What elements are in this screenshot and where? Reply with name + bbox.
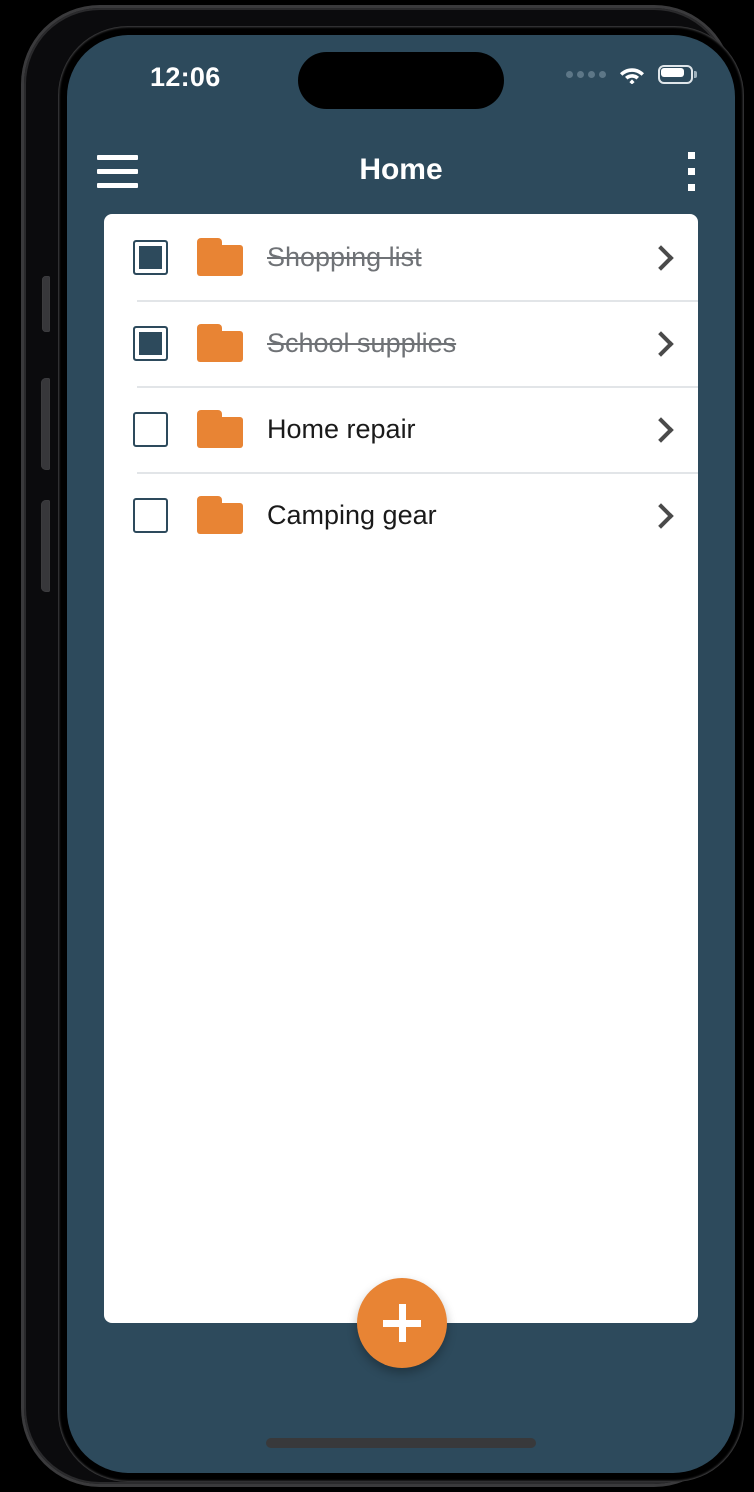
folder-icon — [197, 238, 243, 276]
add-list-button[interactable] — [357, 1278, 447, 1368]
list-card: Shopping list School supplies Home repai… — [104, 214, 698, 1323]
list-item-label: Shopping list — [267, 241, 422, 272]
battery-icon — [658, 65, 697, 84]
table-row[interactable]: Camping gear — [104, 472, 698, 558]
plus-icon — [398, 1304, 406, 1342]
phone-screen: 12:06 Home Shopping list School supplies… — [67, 35, 735, 1473]
list-item-label: School supplies — [267, 327, 457, 358]
status-bar-clock: 12:06 — [150, 62, 221, 92]
chevron-right-icon[interactable] — [648, 245, 672, 269]
folder-icon — [197, 324, 243, 362]
app-bar: Home — [67, 127, 735, 213]
more-vertical-icon[interactable] — [665, 141, 717, 201]
list-item-label: Home repair — [267, 413, 416, 444]
list-item-label: Camping gear — [267, 499, 437, 530]
table-row[interactable]: School supplies — [104, 300, 698, 386]
folder-icon — [197, 410, 243, 448]
silent-switch-button[interactable] — [42, 276, 50, 332]
chevron-right-icon[interactable] — [648, 503, 672, 527]
volume-down-button[interactable] — [41, 500, 50, 592]
wifi-icon — [620, 68, 644, 84]
volume-up-button[interactable] — [41, 378, 50, 470]
table-row[interactable]: Home repair — [104, 386, 698, 472]
folder-icon — [197, 496, 243, 534]
dynamic-island — [298, 52, 504, 109]
status-bar-indicators — [566, 65, 697, 84]
row-checkbox[interactable] — [133, 411, 168, 447]
signal-dots-icon — [566, 71, 606, 78]
chevron-right-icon[interactable] — [648, 417, 672, 441]
table-row[interactable]: Shopping list — [104, 214, 698, 300]
row-checkbox[interactable] — [133, 497, 168, 533]
phone-frame: 12:06 Home Shopping list School supplies… — [24, 8, 744, 1484]
home-indicator[interactable] — [266, 1438, 536, 1448]
row-checkbox[interactable] — [133, 239, 168, 275]
row-checkbox[interactable] — [133, 325, 168, 361]
chevron-right-icon[interactable] — [648, 331, 672, 355]
page-title: Home — [359, 153, 443, 186]
